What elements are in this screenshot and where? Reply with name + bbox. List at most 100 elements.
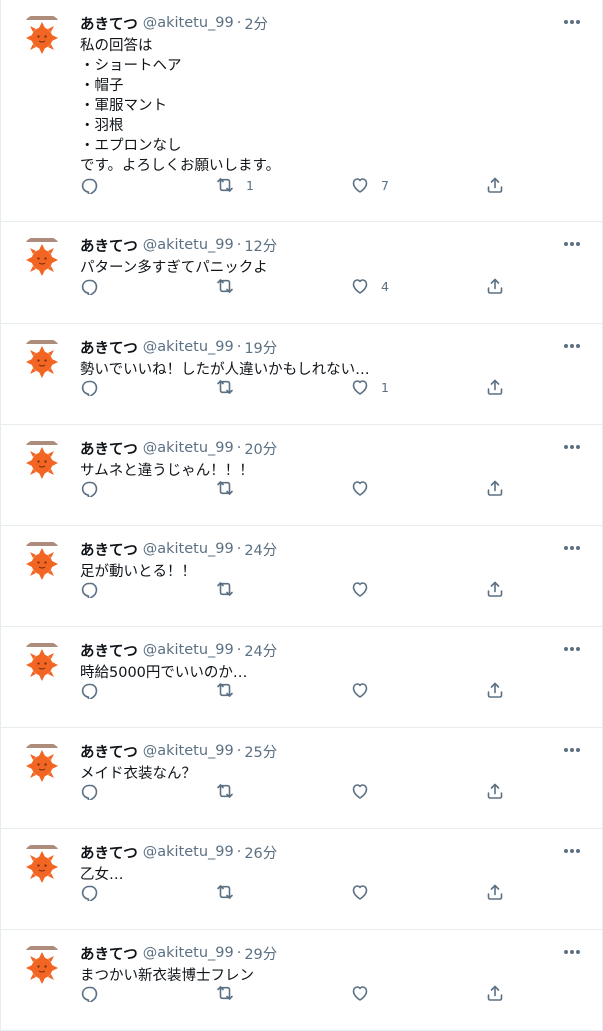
user-handle[interactable]: @akitetu_99 xyxy=(143,237,234,253)
heart-button[interactable] xyxy=(351,574,381,604)
heart-button[interactable]: 4 xyxy=(351,271,389,301)
retweet-button[interactable] xyxy=(216,574,246,604)
reply-button[interactable] xyxy=(81,473,99,503)
timestamp[interactable]: 19分 xyxy=(244,337,277,358)
reply-button[interactable] xyxy=(81,675,99,705)
display-name[interactable]: あきてつ xyxy=(80,13,138,34)
avatar[interactable] xyxy=(19,438,65,484)
retweet-button[interactable] xyxy=(216,372,246,402)
sun-logo-image xyxy=(19,235,65,281)
share-button[interactable] xyxy=(486,978,504,1008)
retweet-button[interactable] xyxy=(216,473,246,503)
reply-button[interactable] xyxy=(81,978,99,1008)
tweet[interactable]: あきてつ @akitetu_99 · 26分 乙女… xyxy=(1,829,602,930)
heart-button[interactable] xyxy=(351,473,381,503)
share-button[interactable] xyxy=(486,776,504,806)
avatar[interactable] xyxy=(19,943,65,989)
display-name[interactable]: あきてつ xyxy=(80,539,138,560)
avatar[interactable] xyxy=(19,640,65,686)
tweet[interactable]: あきてつ @akitetu_99 · 24分 足が動いとる！！ xyxy=(1,526,602,627)
share-button[interactable] xyxy=(486,271,504,301)
timestamp[interactable]: 26分 xyxy=(244,842,277,863)
timestamp[interactable]: 29分 xyxy=(244,943,277,964)
tweet[interactable]: あきてつ @akitetu_99 · 12分 パターン多すぎてパニックよ 4 xyxy=(1,222,602,324)
retweet-button[interactable] xyxy=(216,776,246,806)
more-icon[interactable] xyxy=(560,940,584,964)
share-button[interactable] xyxy=(486,473,504,503)
retweet-button[interactable] xyxy=(216,877,246,907)
more-icon[interactable] xyxy=(560,738,584,762)
share-icon xyxy=(486,883,504,901)
heart-button[interactable] xyxy=(351,675,381,705)
reply-button[interactable] xyxy=(81,776,99,806)
more-icon[interactable] xyxy=(560,232,584,256)
user-handle[interactable]: @akitetu_99 xyxy=(143,642,234,658)
tweet[interactable]: あきてつ @akitetu_99 · 25分 メイド衣装なん？ xyxy=(1,728,602,829)
heart-button[interactable] xyxy=(351,978,381,1008)
user-handle[interactable]: @akitetu_99 xyxy=(143,440,234,456)
user-handle[interactable]: @akitetu_99 xyxy=(143,844,234,860)
tweet[interactable]: あきてつ @akitetu_99 · 2分 私の回答は ・ショートヘア ・帽子 ・軍服マント・… xyxy=(1,0,602,222)
sun-logo-image xyxy=(19,741,65,787)
timestamp[interactable]: 2分 xyxy=(244,13,268,34)
heart-button[interactable]: 7 xyxy=(351,170,389,200)
timestamp[interactable]: 20分 xyxy=(244,438,277,459)
display-name[interactable]: あきてつ xyxy=(80,337,138,358)
timestamp[interactable]: 24分 xyxy=(244,539,277,560)
user-handle[interactable]: @akitetu_99 xyxy=(143,15,234,31)
reply-button[interactable] xyxy=(81,372,99,402)
display-name[interactable]: あきてつ xyxy=(80,943,138,964)
tweet-header: あきてつ @akitetu_99 · 19分 xyxy=(80,336,277,358)
avatar[interactable] xyxy=(19,539,65,585)
share-button[interactable] xyxy=(486,675,504,705)
heart-button[interactable] xyxy=(351,877,381,907)
user-handle[interactable]: @akitetu_99 xyxy=(143,339,234,355)
more-icon[interactable] xyxy=(560,839,584,863)
share-button[interactable] xyxy=(486,170,504,200)
sun-logo-image xyxy=(19,640,65,686)
display-name[interactable]: あきてつ xyxy=(80,235,138,256)
timestamp[interactable]: 25分 xyxy=(244,741,277,762)
more-icon[interactable] xyxy=(560,536,584,560)
display-name[interactable]: あきてつ xyxy=(80,438,138,459)
reply-button[interactable] xyxy=(81,574,99,604)
user-handle[interactable]: @akitetu_99 xyxy=(143,743,234,759)
avatar[interactable] xyxy=(19,741,65,787)
retweet-button[interactable]: 1 xyxy=(216,170,254,200)
display-name[interactable]: あきてつ xyxy=(80,842,138,863)
retweet-button[interactable] xyxy=(216,675,246,705)
share-button[interactable] xyxy=(486,372,504,402)
retweet-button[interactable] xyxy=(216,978,246,1008)
reply-icon xyxy=(81,681,99,699)
more-icon[interactable] xyxy=(560,334,584,358)
display-name[interactable]: あきてつ xyxy=(80,640,138,661)
share-button[interactable] xyxy=(486,574,504,604)
tweet[interactable]: あきてつ @akitetu_99 · 20分 サムネと違うじゃん！！！ xyxy=(1,425,602,526)
display-name[interactable]: あきてつ xyxy=(80,741,138,762)
tweet[interactable]: あきてつ @akitetu_99 · 24分 時給5000円でいいのか… xyxy=(1,627,602,728)
reply-button[interactable] xyxy=(81,877,99,907)
more-icon[interactable] xyxy=(560,435,584,459)
avatar[interactable] xyxy=(19,842,65,888)
tweet[interactable]: あきてつ @akitetu_99 · 29分 まつかい新衣装博士フレン xyxy=(1,930,602,1031)
user-handle[interactable]: @akitetu_99 xyxy=(143,945,234,961)
tweet-header: あきてつ @akitetu_99 · 29分 xyxy=(80,942,277,964)
sun-logo-image xyxy=(19,13,65,59)
timestamp[interactable]: 12分 xyxy=(244,235,277,256)
avatar[interactable] xyxy=(19,13,65,59)
heart-button[interactable]: 1 xyxy=(351,372,389,402)
avatar[interactable] xyxy=(19,235,65,281)
heart-count: 1 xyxy=(381,379,389,395)
share-button[interactable] xyxy=(486,877,504,907)
more-icon[interactable] xyxy=(560,10,584,34)
avatar[interactable] xyxy=(19,337,65,383)
more-icon[interactable] xyxy=(560,637,584,661)
retweet-button[interactable] xyxy=(216,271,246,301)
user-handle[interactable]: @akitetu_99 xyxy=(143,541,234,557)
reply-button[interactable] xyxy=(81,170,99,200)
tweet-actions xyxy=(73,574,513,604)
tweet[interactable]: あきてつ @akitetu_99 · 19分 勢いでいいね！したが人違いかもしれない… 1 xyxy=(1,324,602,425)
heart-button[interactable] xyxy=(351,776,381,806)
timestamp[interactable]: 24分 xyxy=(244,640,277,661)
reply-button[interactable] xyxy=(81,271,99,301)
